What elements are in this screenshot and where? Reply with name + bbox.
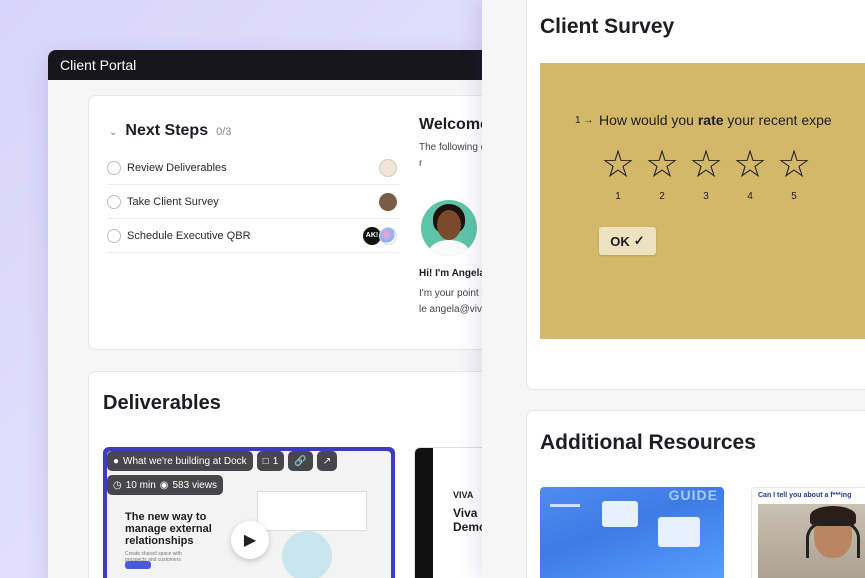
copy-link-button[interactable]: 🔗 — [288, 451, 313, 471]
step-label: Review Deliverables — [127, 161, 227, 174]
video-views: 583 views — [172, 479, 217, 491]
next-steps-count: 0/3 — [216, 126, 232, 138]
guide-label: GUIDE — [668, 487, 718, 503]
window-title: Client Portal — [60, 57, 137, 73]
star-icon: ☆ — [600, 144, 636, 186]
welcome-title: Welcome — [419, 116, 489, 133]
video-title: What we're building at Dock — [123, 455, 247, 467]
rating-star-1[interactable]: ☆ 1 — [598, 145, 638, 202]
star-icon: ☆ — [644, 144, 680, 186]
deliverables-card: Deliverables The new way to manage exter… — [88, 371, 518, 578]
step-label: Schedule Executive QBR — [127, 229, 251, 242]
next-steps-title: Next Steps — [125, 122, 209, 139]
additional-resources-card: Additional Resources GUIDE Can I tell yo… — [526, 410, 865, 578]
resource-video-caption: Can I tell you about a f***ing — [758, 492, 852, 499]
star-icon: ☆ — [732, 144, 768, 186]
video-title-chip: ● What we're building at Dock — [107, 451, 253, 471]
survey-form: 1 → How would you rate your recent expe … — [540, 63, 865, 339]
video-duration: 10 min — [125, 479, 156, 491]
document-illustration — [658, 517, 700, 547]
ok-button[interactable]: OK ✓ — [599, 227, 656, 255]
resource-guide-thumbnail[interactable]: GUIDE — [540, 487, 724, 578]
step-label: Take Client Survey — [127, 195, 219, 208]
comment-count: 1 — [272, 455, 279, 467]
next-steps-header[interactable]: ⌄ Next Steps 0/3 — [109, 122, 231, 140]
next-steps-card: ⌄ Next Steps 0/3 Review Deliverables Tak… — [88, 95, 518, 350]
contact-greeting: Hi! I'm Angela — [419, 268, 485, 279]
video-headline: The new way to manage external relations… — [125, 511, 212, 547]
survey-title: Client Survey — [540, 15, 675, 38]
step-checkbox[interactable] — [107, 194, 121, 209]
video-illustration — [282, 531, 332, 578]
speaker-photo — [758, 504, 865, 578]
rating-stars: ☆ 1 ☆ 2 ☆ 3 ☆ 4 ☆ 5 — [598, 145, 814, 202]
assignee-avatar — [379, 226, 397, 245]
chart-illustration — [602, 501, 638, 527]
video-screen-illustration — [257, 491, 367, 531]
resource-video-thumbnail[interactable]: Can I tell you about a f***ing — [751, 487, 865, 578]
rating-star-3[interactable]: ☆ 3 — [686, 145, 726, 202]
rating-star-5[interactable]: ☆ 5 — [774, 145, 814, 202]
resources-title: Additional Resources — [540, 431, 756, 454]
check-icon: ✓ — [633, 233, 645, 248]
right-panel: Client Survey 1 → How would you rate you… — [482, 0, 865, 578]
avatar — [421, 200, 477, 256]
step-schedule-executive-qbr[interactable]: Schedule Executive QBR AK! — [107, 219, 399, 253]
open-external-button[interactable]: ↗ — [316, 451, 338, 471]
video-cta — [125, 561, 151, 569]
deliverables-title: Deliverables — [103, 392, 221, 414]
video-meta-chip: ◷ 10 min ◉ 583 views — [107, 475, 223, 495]
bars-illustration — [550, 487, 580, 507]
star-icon: ☆ — [688, 144, 724, 186]
question-text: How would you rate your recent expe — [599, 112, 832, 128]
client-survey-card: Client Survey 1 → How would you rate you… — [526, 0, 865, 390]
step-checkbox[interactable] — [107, 228, 121, 243]
play-icon[interactable]: ▶ — [231, 521, 269, 559]
rating-star-4[interactable]: ☆ 4 — [730, 145, 770, 202]
chevron-down-icon[interactable]: ⌄ — [109, 127, 117, 138]
video-deliverable[interactable]: The new way to manage external relations… — [103, 447, 395, 578]
assignee-avatar — [379, 158, 397, 177]
rating-star-2[interactable]: ☆ 2 — [642, 145, 682, 202]
window-titlebar: Client Portal — [48, 50, 518, 80]
comment-icon: □ — [262, 455, 269, 467]
question-number: 1 → — [575, 115, 594, 126]
step-review-deliverables[interactable]: Review Deliverables — [107, 151, 399, 185]
eye-icon: ◉ — [159, 479, 169, 491]
assignee-avatar — [379, 192, 397, 211]
comments-button[interactable]: □ 1 — [256, 451, 285, 471]
step-checkbox[interactable] — [107, 160, 121, 175]
link-icon: 🔗 — [294, 455, 307, 467]
step-take-client-survey[interactable]: Take Client Survey — [107, 185, 399, 219]
document-strip — [415, 448, 433, 578]
external-link-icon: ↗ — [322, 455, 332, 467]
document-logo: VIVA — [453, 490, 474, 500]
star-icon: ☆ — [776, 144, 812, 186]
logo-icon: ● — [113, 455, 120, 467]
clock-icon: ◷ — [113, 479, 122, 491]
ok-label: OK — [610, 233, 630, 249]
client-portal-window: Client Portal ⌄ Next Steps 0/3 Review De… — [48, 50, 518, 578]
video-toolbar: ● What we're building at Dock □ 1 🔗 ↗ — [107, 451, 338, 471]
